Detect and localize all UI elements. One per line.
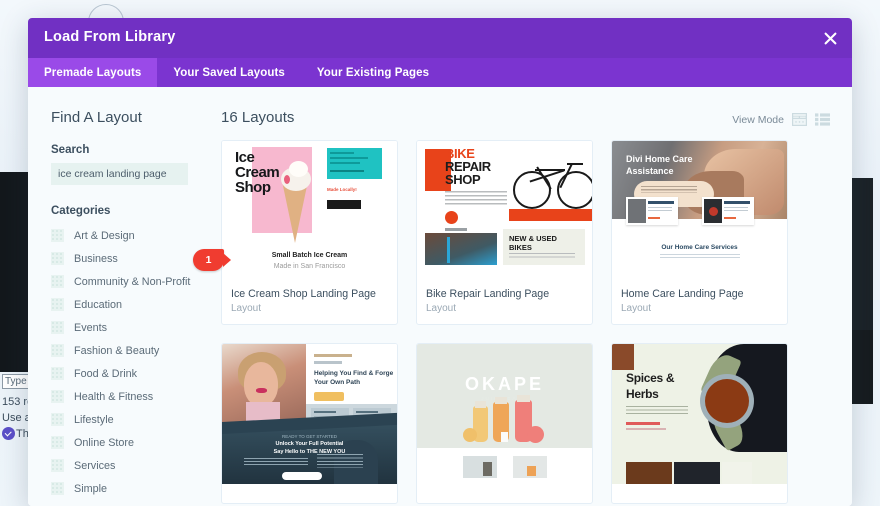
layout-card-meta [222,484,397,503]
layout-thumbnail: Spices & Herbs [612,344,787,484]
layout-card-bike-repair[interactable]: BIKE REPAIR SHOP NEW & USED BIKES Bike Repa… [416,140,593,325]
sidebar: Find A Layout Search Categories Art & De… [28,87,221,506]
content-header: 16 Layouts View Mode [221,109,830,126]
layout-card-ice-cream-shop[interactable]: Ice Cream Shop Made Locally! Small Batch I… [221,140,398,325]
load-from-library-modal: Load From Library Premade Layouts Your S… [28,18,852,506]
category-label: Events [74,321,108,334]
thumb-caption-bold: Small Batch Ice Cream [271,252,348,259]
thumb-headline: OKAPE [464,374,544,394]
close-icon[interactable] [818,26,842,50]
category-education[interactable]: Education [51,293,221,316]
category-food-drink[interactable]: Food & Drink [51,362,221,385]
category-label: Art & Design [74,229,135,242]
checkbox-icon[interactable] [51,275,64,288]
checkbox-icon[interactable] [51,344,64,357]
layout-card-subtitle: Layout [621,303,652,314]
background-check-icon [2,427,15,440]
thumb-headline: Divi Home Care Assistance [626,154,693,176]
layout-card-subtitle: Layout [426,303,457,314]
category-events[interactable]: Events [51,316,221,339]
layout-card-title: Bike Repair Landing Page [426,288,550,300]
checkbox-icon[interactable] [51,321,64,334]
list-view-icon[interactable] [815,113,830,126]
modal-body: Find A Layout Search Categories Art & De… [28,87,852,506]
thumb-headline: Ice Cream Shop [235,149,280,196]
layout-thumbnail: BIKE REPAIR SHOP NEW & USED BIKES [417,141,592,281]
thumb-side-caption: Made Locally! [327,187,357,192]
category-health-fitness[interactable]: Health & Fitness [51,385,221,408]
checkbox-icon[interactable] [51,367,64,380]
search-label: Search [51,144,90,156]
tab-your-saved-layouts[interactable]: Your Saved Layouts [157,58,301,87]
category-label: Fashion & Beauty [74,344,160,357]
category-lifestyle[interactable]: Lifestyle [51,408,221,431]
layout-card-title: Home Care Landing Page [621,288,744,300]
category-label: Lifestyle [74,413,114,426]
thumb-dark-headline: Unlock Your Full Potential Say Hello to T… [273,441,346,455]
category-art-design[interactable]: Art & Design [51,224,221,247]
thumb-headline: BIKE REPAIR SHOP [445,146,491,187]
checkbox-icon[interactable] [51,413,64,426]
layouts-content: 16 Layouts View Mode Ice Cream Shop Made… [193,87,852,506]
step-badge: 1 [193,249,231,271]
modal-header: Load From Library [28,18,852,58]
thumb-headline: Helping You Find & Forge Your Own Path [314,370,394,386]
layout-card-okape[interactable]: OKAPE JUICE BARS [416,343,593,504]
category-label: Services [74,459,116,472]
layout-card-meta [417,484,592,503]
layouts-grid: Ice Cream Shop Made Locally! Small Batch I… [221,140,830,504]
layout-card-meta: Ice Cream Shop Landing Page Layout [222,281,397,324]
tab-your-existing-pages[interactable]: Your Existing Pages [301,58,445,87]
categories-label: Categories [51,205,111,217]
layout-card-meta: Home Care Landing Page Layout [612,281,787,324]
checkbox-icon[interactable] [51,436,64,449]
layouts-count: 16 Layouts [221,109,295,126]
checkbox-icon[interactable] [51,390,64,403]
layout-thumbnail: Helping You Find & Forge Your Own Path R… [222,344,397,484]
layout-card-meta: Bike Repair Landing Page Layout [417,281,592,324]
view-mode-switcher: View Mode [732,109,830,126]
category-label: Education [74,298,123,311]
category-label: Health & Fitness [74,390,154,403]
checkbox-icon[interactable] [51,252,64,265]
thumb-caption-sub: Made in San Francisco [273,263,346,270]
modal-tabs: Premade Layouts Your Saved Layouts Your … [28,58,852,87]
layout-card-home-care[interactable]: Divi Home Care Assistance Our Home Care … [611,140,788,325]
search-input[interactable] [51,163,188,185]
checkbox-icon[interactable] [51,229,64,242]
layout-card-spices-herbs[interactable]: Spices & Herbs [611,343,788,504]
modal-title: Load From Library [44,29,176,45]
layout-card-subtitle: Layout [231,303,262,314]
layout-thumbnail: Ice Cream Shop Made Locally! Small Batch I… [222,141,397,281]
category-fashion-beauty[interactable]: Fashion & Beauty [51,339,221,362]
layout-card-life-coach[interactable]: Helping You Find & Forge Your Own Path R… [221,343,398,504]
category-services[interactable]: Services [51,454,221,477]
category-online-store[interactable]: Online Store [51,431,221,454]
category-label: Business [74,252,118,265]
thumb-section-title: Our Home Care Services [661,244,738,251]
checkbox-icon[interactable] [51,459,64,472]
layout-thumbnail: OKAPE JUICE BARS [417,344,592,484]
layout-thumbnail: Divi Home Care Assistance Our Home Care … [612,141,787,281]
checkbox-icon[interactable] [51,298,64,311]
view-mode-label: View Mode [732,113,784,126]
checkbox-icon[interactable] [51,482,64,495]
layout-card-title: Ice Cream Shop Landing Page [231,288,376,300]
sidebar-heading: Find A Layout [51,109,142,126]
category-community-non-profit[interactable]: Community & Non-Profit [51,270,221,293]
category-simple[interactable]: Simple [51,477,221,500]
thumb-box-text: NEW & USED BIKES [509,234,557,252]
category-label: Food & Drink [74,367,138,380]
category-label: Online Store [74,436,135,449]
category-label: Simple [74,482,108,495]
category-label: Community & Non-Profit [74,275,191,288]
grid-view-icon[interactable] [792,113,807,126]
layout-card-meta [612,484,787,503]
tab-premade-layouts[interactable]: Premade Layouts [28,58,158,87]
thumb-headline: Spices & Herbs [626,371,675,401]
